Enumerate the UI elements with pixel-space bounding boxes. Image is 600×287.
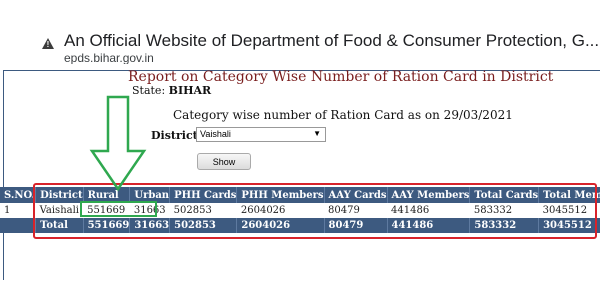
chevron-down-icon: ▼ (313, 129, 321, 138)
warning-icon-mark: ! (46, 40, 50, 49)
browser-url-bar: ! An Official Website of Department of F… (0, 0, 600, 65)
cell-sno: 1 (0, 203, 36, 218)
report-title: Report on Category Wise Number of Ration… (128, 69, 554, 85)
site-title[interactable]: An Official Website of Department of Foo… (64, 31, 599, 51)
state-value: BIHAR (168, 84, 212, 97)
green-down-arrow-icon (89, 95, 147, 192)
header-sno: S.NO. (0, 187, 37, 203)
as-of-text: Category wise number of Ration Card as o… (173, 108, 513, 122)
show-button[interactable]: Show (197, 153, 251, 170)
site-url[interactable]: epds.bihar.gov.in (64, 51, 154, 65)
total-cell-sno (0, 218, 37, 233)
district-select[interactable]: Vaishali ▼ (196, 127, 326, 142)
report-page: Report on Category Wise Number of Ration… (0, 64, 600, 287)
green-highlight-box (80, 201, 157, 217)
district-selected-value: Vaishali (200, 129, 231, 139)
page-border-left (3, 70, 4, 280)
